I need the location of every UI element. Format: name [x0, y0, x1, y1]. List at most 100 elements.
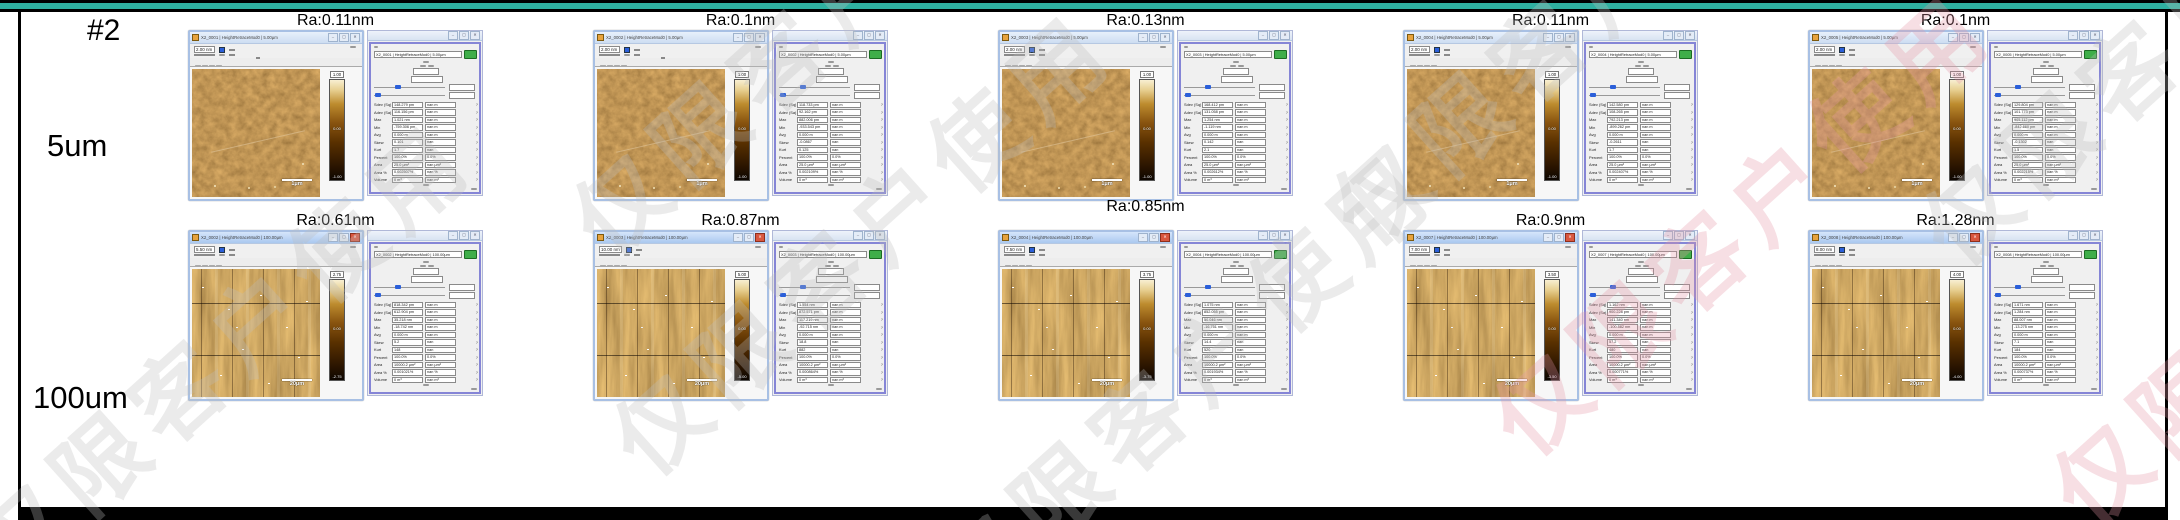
close-button[interactable]: ✕	[1565, 33, 1575, 42]
stat-full-image-value[interactable]: 0.001934%	[1202, 369, 1233, 376]
x-offset-slider[interactable]	[1994, 95, 2065, 96]
stat-masked-image-value[interactable]: nan m	[1235, 109, 1266, 116]
stat-masked-image-value[interactable]: nan μm²	[1235, 362, 1266, 369]
threed-button[interactable]	[1565, 246, 1571, 248]
help-button[interactable]	[2084, 50, 2097, 59]
height-colorbar[interactable]: 0.00 -4.00	[1949, 279, 1965, 381]
minimize-button[interactable]: –	[1543, 33, 1553, 42]
commands-dropdown[interactable]	[1849, 49, 1855, 51]
tab-htr[interactable]	[195, 65, 201, 66]
xy-input[interactable]	[1626, 276, 1658, 283]
stat-masked-image-value[interactable]: nan μm²	[2045, 162, 2076, 169]
stat-masked-image-value[interactable]: nan μm²	[1640, 362, 1671, 369]
xy-input[interactable]	[2031, 276, 2063, 283]
stat-full-image-value[interactable]: 0.101	[392, 139, 423, 146]
export-roughness-button[interactable]	[423, 184, 429, 186]
reset-button[interactable]	[2048, 265, 2054, 267]
stat-masked-image-value[interactable]: nan m	[1235, 132, 1266, 139]
calculate-roughness-button[interactable]	[1233, 61, 1239, 63]
colormap-dropdown[interactable]	[1444, 54, 1450, 56]
help-button[interactable]	[1274, 50, 1287, 59]
tab-particle-analysis[interactable]	[1283, 46, 1287, 48]
panel-close-button[interactable]: ✕	[1685, 31, 1695, 40]
stat-masked-image-value[interactable]: nan	[1640, 339, 1671, 346]
stat-full-image-value[interactable]: 10000.2 μm²	[2012, 362, 2043, 369]
panel-titlebar[interactable]: – ▢ ✕	[1988, 231, 2102, 241]
panel-titlebar[interactable]: – ▢ ✕	[1178, 31, 1292, 41]
tab-histogram[interactable]	[1250, 46, 1254, 48]
maximize-button[interactable]: ▢	[1554, 33, 1564, 42]
help-button[interactable]	[869, 50, 882, 59]
tab-amr[interactable]	[1822, 65, 1828, 66]
tab-section[interactable]	[407, 46, 411, 48]
panel-minimize-button[interactable]: –	[2068, 231, 2078, 240]
calculate-roughness-button[interactable]	[423, 61, 429, 63]
tab-htr[interactable]	[600, 65, 606, 66]
stat-full-image-value[interactable]: 1.075 nm	[1202, 302, 1233, 309]
stat-full-image-value[interactable]: 25.0 μm²	[1202, 162, 1233, 169]
y-offset-slider[interactable]	[779, 287, 850, 288]
y-offset-slider[interactable]	[374, 87, 445, 88]
image-window-titlebar[interactable]: X2_0003 | HeightRetraceMod0 | 5.00μm – ▢…	[1000, 32, 1172, 44]
box-size-input[interactable]	[413, 68, 439, 75]
y-offset-slider[interactable]	[374, 287, 445, 288]
stat-masked-image-value[interactable]: nan %	[1640, 169, 1671, 176]
stat-full-image-value[interactable]: 1.554 nm	[797, 302, 828, 309]
panel-maximize-button[interactable]: ▢	[1269, 31, 1279, 40]
colormap-dropdown[interactable]	[634, 54, 640, 56]
stat-full-image-value[interactable]: 0.002612%	[1202, 169, 1233, 176]
tab-amr[interactable]	[1822, 265, 1828, 266]
panel-minimize-button[interactable]: –	[1663, 231, 1673, 240]
panel-maximize-button[interactable]: ▢	[459, 231, 469, 240]
threed-button[interactable]	[1565, 46, 1571, 48]
stat-full-image-value[interactable]: 520	[1202, 347, 1233, 354]
stat-full-image-value[interactable]: 1.021 nm	[392, 117, 423, 124]
stat-masked-image-value[interactable]: nan m	[830, 102, 861, 109]
stat-full-image-value[interactable]: 0.002109%	[797, 169, 828, 176]
stat-full-image-value[interactable]: 0.000864%	[797, 369, 828, 376]
tab-particle-analysis[interactable]	[473, 246, 477, 248]
colorbar-checkbox[interactable]	[219, 47, 225, 53]
stat-masked-image-value[interactable]: nan m	[425, 102, 456, 109]
afm-scan-image[interactable]: 20μm	[1812, 269, 1940, 397]
stat-full-image-value[interactable]: 25.0 μm²	[2012, 162, 2043, 169]
stat-full-image-value[interactable]: 0.000 m	[392, 332, 423, 339]
box-size-input[interactable]	[818, 268, 844, 275]
export-roughness-button[interactable]	[828, 384, 834, 386]
maximize-button[interactable]: ▢	[744, 33, 754, 42]
stat-masked-image-value[interactable]: nan m	[2045, 324, 2076, 331]
stat-masked-image-value[interactable]: nan %	[1235, 169, 1266, 176]
stat-full-image-value[interactable]: 1.5	[2012, 147, 2043, 154]
stat-full-image-value[interactable]: 0.002507%	[392, 169, 423, 176]
auto-button[interactable]	[1434, 254, 1440, 256]
panel-titlebar[interactable]: – ▢ ✕	[1988, 31, 2102, 41]
tab-phr[interactable]	[614, 265, 620, 266]
stat-masked-image-value[interactable]: nan m	[830, 324, 861, 331]
y-offset-slider[interactable]	[1184, 87, 1255, 88]
help-button[interactable]	[869, 250, 882, 259]
stat-masked-image-value[interactable]: nan m	[830, 309, 861, 316]
panel-file-field[interactable]: X2_0001 | HeightRetraceMod0 | 5.00μm	[374, 51, 462, 58]
height-colorbar[interactable]: 0.00 -2.75	[329, 279, 345, 381]
minimize-button[interactable]: –	[328, 233, 338, 242]
close-button[interactable]: ✕	[1970, 233, 1980, 242]
stat-full-image-value[interactable]: 116.156 pm	[392, 109, 423, 116]
maximize-button[interactable]: ▢	[1959, 33, 1969, 42]
threed-button[interactable]	[1970, 46, 1976, 48]
stat-full-image-value[interactable]: 900.228 pm	[1607, 309, 1638, 316]
colorbar-checkbox[interactable]	[624, 47, 630, 53]
make-button[interactable]	[420, 65, 426, 67]
stat-full-image-value[interactable]: 100.0%	[1607, 154, 1638, 161]
box-size-input[interactable]	[1628, 268, 1654, 275]
stat-masked-image-value[interactable]: 0.0%	[425, 154, 456, 161]
y-offset-input[interactable]	[1259, 284, 1285, 291]
tab-phr[interactable]	[1829, 265, 1835, 266]
stat-masked-image-value[interactable]: nan m	[1235, 309, 1266, 316]
stat-full-image-value[interactable]: -933.543 pm	[797, 124, 828, 131]
stat-full-image-value[interactable]: -18.742 nm	[392, 324, 423, 331]
tab-phr[interactable]	[209, 65, 215, 66]
stat-masked-image-value[interactable]: nan	[1235, 347, 1266, 354]
y-offset-input[interactable]	[1259, 84, 1285, 91]
xy-input[interactable]	[2031, 76, 2063, 83]
stat-masked-image-value[interactable]: nan m	[830, 132, 861, 139]
